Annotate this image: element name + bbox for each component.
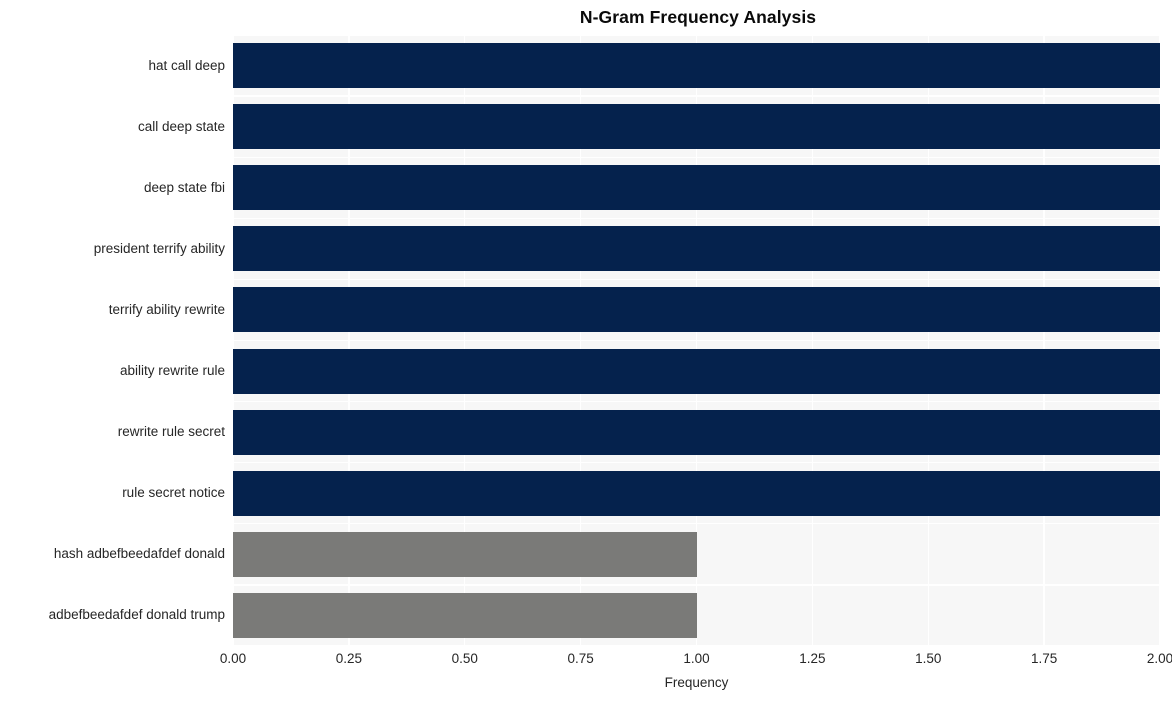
gridline-horizontal [233, 339, 1160, 342]
y-axis-tick-label: hat call deep [148, 57, 225, 73]
x-axis-tick-label: 0.00 [219, 651, 247, 666]
x-axis-tick-label: 2.00 [1146, 651, 1172, 666]
x-axis-tick-labels: 0.00 0.25 0.50 0.75 1.00 1.25 1.50 1.75 2.00 [0, 651, 1172, 674]
chart-title: N-Gram Frequency Analysis [579, 7, 817, 27]
bar [233, 531, 697, 577]
bar [233, 226, 1160, 272]
gridline-horizontal [233, 156, 1160, 158]
gridline-horizontal [233, 400, 1160, 403]
x-axis-tick-label: 1.00 [683, 651, 710, 666]
x-axis-title: Frequency [664, 675, 729, 690]
bar [233, 165, 1160, 211]
bar [233, 43, 1160, 89]
x-axis-tick-label: 0.75 [567, 651, 594, 666]
y-axis-tick-label: deep state fbi [143, 179, 225, 195]
bar [233, 409, 1160, 455]
x-axis-tick-label: 1.50 [915, 651, 942, 666]
x-axis-tick-label: 0.25 [335, 651, 363, 666]
y-axis-tick-labels: hat call deep call deep state deep state f… [0, 35, 225, 646]
gridline-horizontal [233, 217, 1160, 219]
bar [233, 287, 1160, 333]
gridline-horizontal [233, 462, 1160, 464]
bar [233, 104, 1160, 150]
gridline-horizontal [233, 34, 1160, 36]
bar [233, 348, 1160, 394]
x-axis-tick-label: 1.75 [1030, 651, 1058, 666]
bar [233, 592, 697, 638]
y-axis-tick-label: rule secret notice [122, 485, 225, 501]
x-axis-tick-label: 0.50 [451, 651, 478, 666]
y-axis-tick-label: call deep state [137, 118, 225, 134]
chart-figure: N-Gram Frequency Analysis hat call deep c… [0, 0, 1172, 701]
y-axis-tick-label: ability rewrite rule [119, 363, 225, 379]
y-axis-tick-label: terrify ability rewrite [108, 301, 225, 317]
gridline-horizontal [233, 523, 1160, 525]
y-axis-tick-label: president terrify ability [93, 240, 225, 256]
y-axis-tick-label: rewrite rule secret [117, 424, 225, 440]
plot-area [232, 34, 1161, 647]
gridline-horizontal [233, 95, 1160, 97]
gridline-horizontal [233, 645, 1160, 647]
gridline-horizontal [233, 278, 1160, 281]
x-axis-tick-label: 1.25 [799, 651, 826, 666]
y-axis-tick-label: adbefbeedafdef donald trump [48, 607, 225, 623]
bar [233, 470, 1160, 516]
gridline-horizontal [233, 584, 1160, 586]
y-axis-tick-label: hash adbefbeedafdef donald [53, 546, 225, 562]
